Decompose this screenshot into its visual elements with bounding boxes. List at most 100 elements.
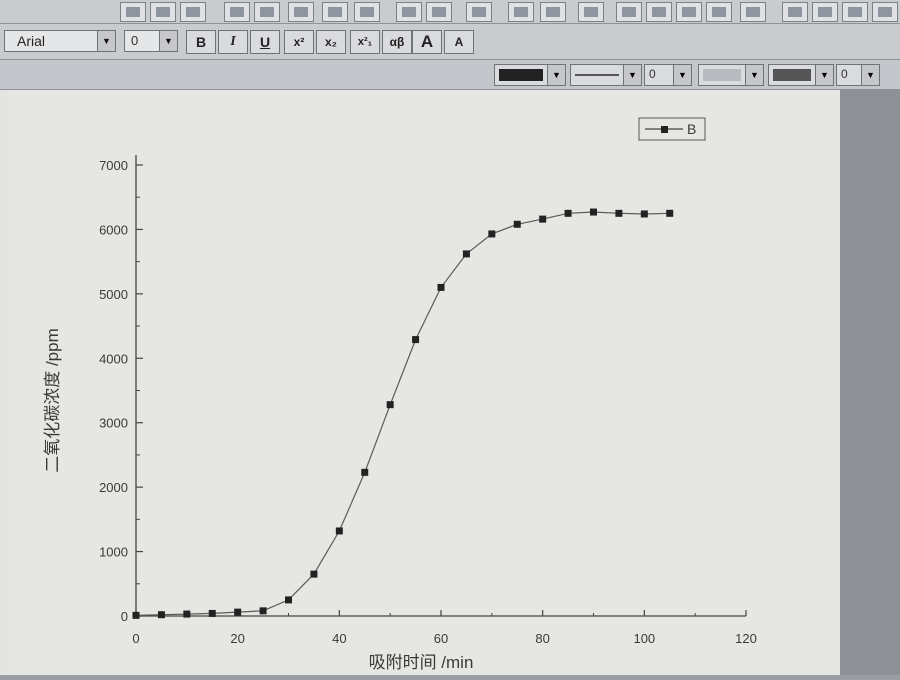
- zoom-whole-icon[interactable]: [842, 2, 868, 22]
- x-tick-label: 60: [434, 631, 448, 646]
- toolbar-button[interactable]: [120, 2, 146, 22]
- pattern-select[interactable]: 0 ▼: [836, 64, 880, 86]
- style-toolbar: ▼ ▼ 0 ▼ ▼ ▼ 0 ▼: [0, 60, 900, 90]
- chart: 0 20 40 60 80 100 120 0 1000 2000 3000 4000 5000 600…: [43, 117, 757, 672]
- command-window-icon[interactable]: [706, 2, 732, 22]
- series-markers: [132, 208, 674, 619]
- graph-page[interactable]: 0 20 40 60 80 100 120 0 1000 2000 3000 4000 5000 600…: [8, 90, 840, 675]
- data-point: [183, 610, 191, 618]
- chevron-down-icon[interactable]: ▼: [623, 65, 641, 85]
- data-point: [564, 209, 572, 217]
- chevron-down-icon[interactable]: ▼: [745, 65, 763, 85]
- x-tick-label: 120: [735, 631, 757, 646]
- data-point: [590, 208, 597, 216]
- open-template-icon[interactable]: [254, 2, 280, 22]
- underline-button[interactable]: U: [250, 30, 280, 54]
- legend-label: B: [687, 121, 696, 137]
- chevron-down-icon[interactable]: ▼: [159, 31, 177, 51]
- data-point: [285, 596, 292, 604]
- x-tick-label: 0: [132, 631, 139, 646]
- x-tick-label: 40: [332, 631, 346, 646]
- font-size-select[interactable]: 0 ▼: [124, 30, 178, 52]
- data-point: [234, 608, 242, 616]
- greek-button[interactable]: αβ: [382, 30, 412, 54]
- pattern-color-swatch: [773, 69, 811, 81]
- legend[interactable]: B: [638, 117, 706, 141]
- x-tick-label: 100: [633, 631, 655, 646]
- y-tick-label: 3000: [99, 416, 128, 431]
- line-color-picker[interactable]: ▼: [494, 64, 566, 86]
- fill-color-swatch: [703, 69, 741, 81]
- decrease-font-button[interactable]: A: [444, 30, 474, 54]
- chevron-down-icon[interactable]: ▼: [547, 65, 565, 85]
- line-width-value: 0: [649, 67, 656, 81]
- workspace-background: [840, 90, 900, 675]
- import-icon[interactable]: [288, 2, 314, 22]
- y-tick-label: 1000: [99, 545, 128, 560]
- x-tick-label: 80: [535, 631, 549, 646]
- standard-toolbar: [0, 0, 900, 24]
- increase-font-button[interactable]: A: [412, 30, 442, 54]
- series-line: [135, 211, 670, 616]
- subscript-button[interactable]: x₂: [316, 30, 346, 54]
- data-point: [666, 209, 674, 217]
- toolbar-button[interactable]: [180, 2, 206, 22]
- data-point: [208, 609, 216, 617]
- font-name-value: Arial: [17, 33, 46, 49]
- project-side-panel: [0, 90, 8, 675]
- line-width-select[interactable]: 0 ▼: [644, 64, 692, 86]
- y-tick-label: 6000: [99, 222, 128, 237]
- data-point: [386, 401, 394, 409]
- line-style-picker[interactable]: ▼: [570, 64, 642, 86]
- results-log-icon[interactable]: [616, 2, 642, 22]
- font-size-value: 0: [131, 33, 139, 48]
- data-point: [310, 570, 318, 578]
- worksheet-icon[interactable]: [396, 2, 422, 22]
- pattern-color-picker[interactable]: ▼: [768, 64, 834, 86]
- chevron-down-icon[interactable]: ▼: [673, 65, 691, 85]
- data-point: [132, 611, 140, 619]
- data-point: [640, 210, 648, 218]
- super-subscript-button[interactable]: x²₁: [350, 30, 380, 54]
- chevron-down-icon[interactable]: ▼: [97, 31, 115, 51]
- project-explorer-icon[interactable]: [578, 2, 604, 22]
- y-tick-label: 0: [121, 609, 128, 624]
- font-name-select[interactable]: Arial ▼: [4, 30, 116, 52]
- open-icon[interactable]: [224, 2, 250, 22]
- line-style-swatch: [575, 74, 619, 76]
- chevron-down-icon[interactable]: ▼: [815, 65, 833, 85]
- save-icon[interactable]: [322, 2, 348, 22]
- add-new-column-icon[interactable]: [740, 2, 766, 22]
- print-icon[interactable]: [466, 2, 492, 22]
- italic-button[interactable]: I: [218, 30, 248, 54]
- pattern-value: 0: [841, 67, 848, 81]
- y-tick-label: 4000: [99, 351, 128, 366]
- chevron-down-icon[interactable]: ▼: [861, 65, 879, 85]
- data-point: [539, 215, 547, 223]
- bold-button[interactable]: B: [186, 30, 216, 54]
- chart-axes: [135, 155, 746, 617]
- edit-icon[interactable]: [508, 2, 534, 22]
- data-point: [437, 283, 445, 291]
- matrix-icon[interactable]: [426, 2, 452, 22]
- superscript-button[interactable]: x²: [284, 30, 314, 54]
- data-point: [615, 209, 623, 217]
- code-builder-icon[interactable]: [646, 2, 672, 22]
- zoom-out-icon[interactable]: [812, 2, 838, 22]
- data-point: [259, 607, 267, 615]
- toolbar-button[interactable]: [150, 2, 176, 22]
- x-tick-label: 20: [230, 631, 244, 646]
- data-point: [488, 230, 496, 238]
- data-point: [361, 468, 369, 476]
- save-template-icon[interactable]: [354, 2, 380, 22]
- data-point: [412, 336, 420, 344]
- data-point: [462, 250, 470, 258]
- y-tick-label: 2000: [99, 480, 128, 495]
- script-window-icon[interactable]: [676, 2, 702, 22]
- layout-icon[interactable]: [540, 2, 566, 22]
- fill-color-picker[interactable]: ▼: [698, 64, 764, 86]
- x-axis-label: 吸附时间 /min: [369, 653, 474, 672]
- line-color-swatch: [499, 69, 543, 81]
- zoom-in-icon[interactable]: [782, 2, 808, 22]
- refresh-icon[interactable]: [872, 2, 898, 22]
